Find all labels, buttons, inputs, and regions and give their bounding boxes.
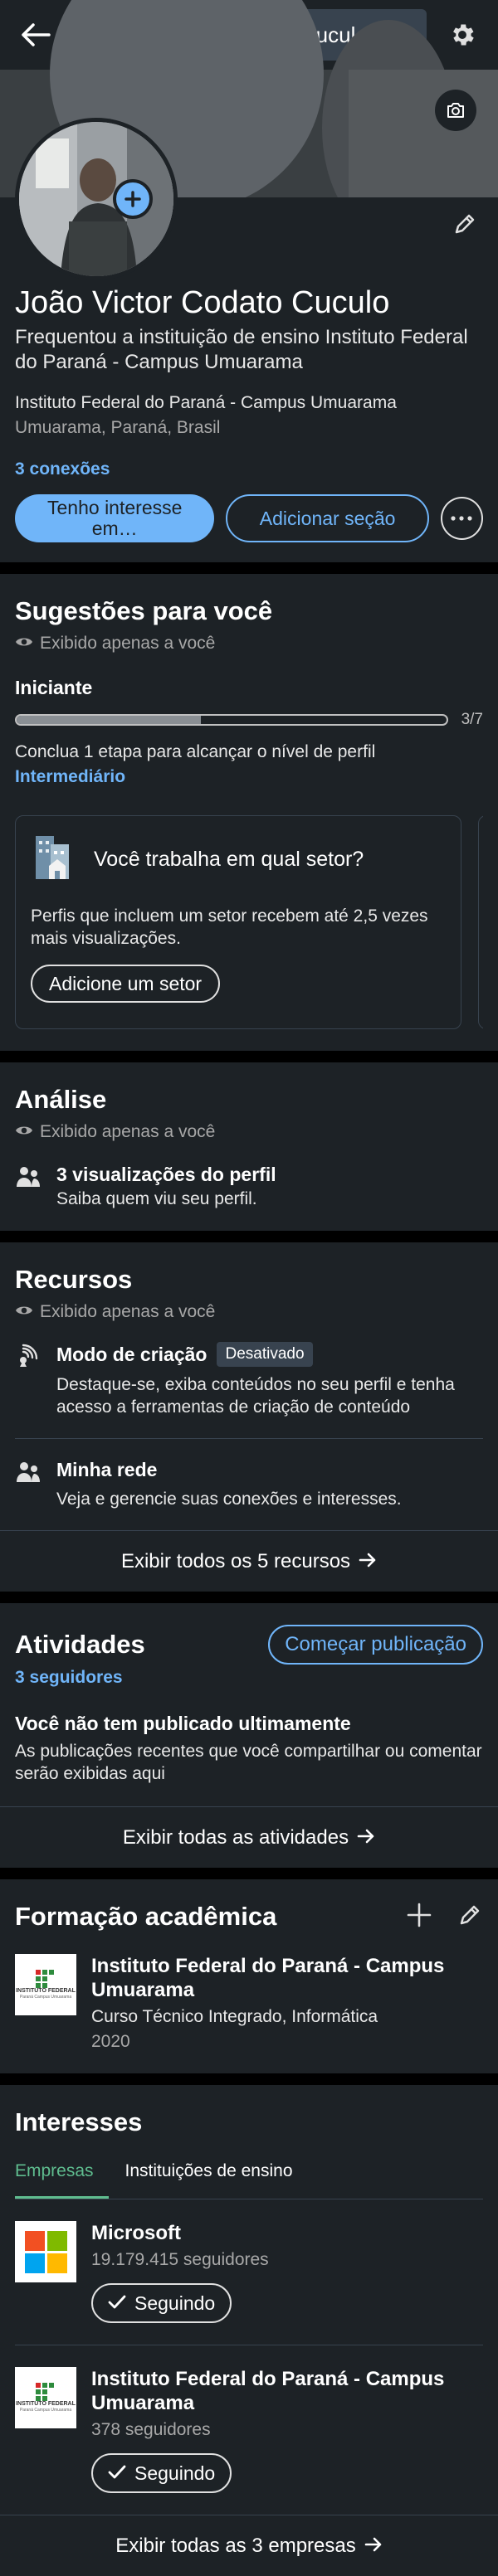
back-arrow-icon[interactable] — [15, 14, 56, 56]
profile-views-sub: Saiba quem viu seu perfil. — [56, 1189, 257, 1208]
interests-section: Interesses Empresas Instituições de ensi… — [0, 2085, 498, 2515]
tab-companies[interactable]: Empresas — [15, 2158, 109, 2199]
interest-item[interactable]: INSTITUTO FEDERAL Paraná Campus Umuarama… — [15, 2345, 483, 2515]
more-options-icon[interactable] — [440, 497, 483, 540]
edit-pencil-icon[interactable] — [447, 206, 483, 242]
add-section-button[interactable]: Adicionar seção — [226, 494, 429, 542]
company-followers: 378 seguidores — [91, 2420, 211, 2439]
connections-link[interactable]: 3 conexões — [15, 459, 483, 479]
profile-name: João Victor Codato Cuculo — [15, 285, 390, 320]
company-name: Instituto Federal do Paraná - Campus Umu… — [91, 2368, 445, 2414]
creator-mode-title: Modo de criação — [56, 1343, 208, 1365]
activity-empty-sub: As publicações recentes que você compart… — [15, 1742, 482, 1783]
interest-item[interactable]: Microsoft 19.179.415 seguidores Seguindo — [15, 2199, 483, 2345]
ifpr-logo: INSTITUTO FEDERAL Paraná Campus Umuarama — [15, 2367, 76, 2428]
show-all-resources-link[interactable]: Exibir todos os 5 recursos — [0, 1530, 498, 1592]
eye-icon — [15, 1122, 33, 1142]
eye-icon — [15, 1302, 33, 1322]
edit-pencil-icon[interactable] — [456, 1902, 483, 1932]
private-note: Exibido apenas a você — [15, 634, 483, 654]
arrow-right-icon — [364, 2535, 383, 2558]
progress-count: 3/7 — [461, 711, 483, 728]
open-to-button[interactable]: Tenho interesse em… — [15, 494, 215, 542]
check-icon — [108, 2462, 126, 2485]
broadcast-icon — [15, 1342, 42, 1373]
education-item[interactable]: INSTITUTO FEDERAL Paraná Campus Umuarama… — [15, 1954, 483, 2052]
my-network-title: Minha rede — [56, 1459, 158, 1480]
step-text: Conclua 1 etapa para alcançar o nível de… — [15, 742, 376, 761]
suggestion-card-body: Perfis que incluem um setor recebem até … — [31, 906, 428, 948]
profile-page: João Victor Codato Cuculo — [0, 0, 498, 2576]
interests-title: Interesses — [15, 2107, 143, 2136]
my-network-item[interactable]: Minha rede Veja e gerencie suas conexões… — [15, 1439, 483, 1530]
people-icon — [15, 1164, 42, 1194]
gear-icon[interactable] — [442, 14, 483, 56]
profile-views-title: 3 visualizações do perfil — [56, 1164, 276, 1185]
arrow-right-icon — [357, 1826, 375, 1849]
school-name: Instituto Federal do Paraná - Campus Umu… — [91, 1955, 445, 2001]
suggestions-section: Sugestões para você Exibido apenas a voc… — [0, 574, 498, 1051]
cover-image — [0, 0, 498, 280]
start-post-button[interactable]: Começar publicação — [268, 1625, 483, 1665]
education-title: Formação acadêmica — [15, 1902, 277, 1931]
suggestion-card: Você trabalha em qual setor? Perfis que … — [15, 815, 461, 1029]
creator-mode-item[interactable]: Modo de criação Desativado Destaque-se, … — [15, 1322, 483, 1439]
education-section: Formação acadêmica INSTITUTO FEDERAL Par… — [0, 1879, 498, 2073]
following-button[interactable]: Seguindo — [91, 2453, 232, 2493]
check-icon — [108, 2292, 126, 2315]
suggestion-card-next[interactable] — [478, 815, 483, 1029]
step-level-link[interactable]: Intermediário — [15, 767, 483, 787]
profile-location: Umuarama, Paraná, Brasil — [15, 418, 221, 437]
show-all-companies-link[interactable]: Exibir todas as 3 empresas — [0, 2515, 498, 2576]
profile-education[interactable]: Instituto Federal do Paraná - Campus Umu… — [15, 393, 483, 413]
activity-title: Atividades — [15, 1630, 145, 1659]
add-icon[interactable] — [407, 1903, 432, 1932]
people-icon — [15, 1459, 42, 1490]
profile-progress-bar — [15, 714, 448, 726]
private-note: Exibido apenas a você — [15, 1302, 483, 1322]
ifpr-logo: INSTITUTO FEDERAL Paraná Campus Umuarama — [15, 1954, 76, 2015]
microsoft-logo — [15, 2221, 76, 2282]
show-all-activity-link[interactable]: Exibir todas as atividades — [0, 1806, 498, 1868]
suggestions-title: Sugestões para você — [15, 596, 273, 625]
arrow-right-icon — [359, 1550, 377, 1573]
analytics-title: Análise — [15, 1085, 107, 1114]
suggestion-card-title: Você trabalha em qual setor? — [94, 848, 364, 871]
eye-icon — [15, 634, 33, 654]
my-network-sub: Veja e gerencie suas conexões e interess… — [56, 1490, 402, 1509]
course-name: Curso Técnico Integrado, Informática — [91, 2007, 378, 2026]
tab-schools[interactable]: Instituições de ensino — [125, 2158, 308, 2199]
status-badge: Desativado — [217, 1342, 313, 1367]
city-building-icon — [31, 833, 81, 887]
company-followers: 19.179.415 seguidores — [91, 2250, 269, 2269]
followers-link[interactable]: 3 seguidores — [15, 1668, 483, 1688]
private-note: Exibido apenas a você — [15, 1122, 483, 1142]
add-photo-icon[interactable] — [113, 179, 153, 219]
following-button[interactable]: Seguindo — [91, 2283, 232, 2323]
profile-views-item[interactable]: 3 visualizações do perfil Saiba quem viu… — [15, 1164, 483, 1209]
company-name: Microsoft — [91, 2222, 181, 2244]
camera-icon[interactable] — [435, 90, 476, 131]
avatar[interactable] — [15, 118, 178, 280]
interests-tabs: Empresas Instituições de ensino — [15, 2158, 483, 2199]
analytics-section: Análise Exibido apenas a você 3 visualiz… — [0, 1062, 498, 1231]
add-industry-button[interactable]: Adicione um setor — [31, 965, 221, 1003]
profile-headline: Frequentou a instituição de ensino Insti… — [15, 326, 468, 373]
profile-level: Iniciante — [15, 677, 93, 698]
education-year: 2020 — [91, 2032, 130, 2051]
resources-title: Recursos — [15, 1265, 133, 1294]
resources-section: Recursos Exibido apenas a você Modo de c… — [0, 1242, 498, 1530]
creator-mode-sub: Destaque-se, exiba conteúdos no seu perf… — [56, 1375, 455, 1417]
activity-section: Atividades Começar publicação 3 seguidor… — [0, 1603, 498, 1806]
activity-empty-title: Você não tem publicado ultimamente — [15, 1713, 351, 1734]
